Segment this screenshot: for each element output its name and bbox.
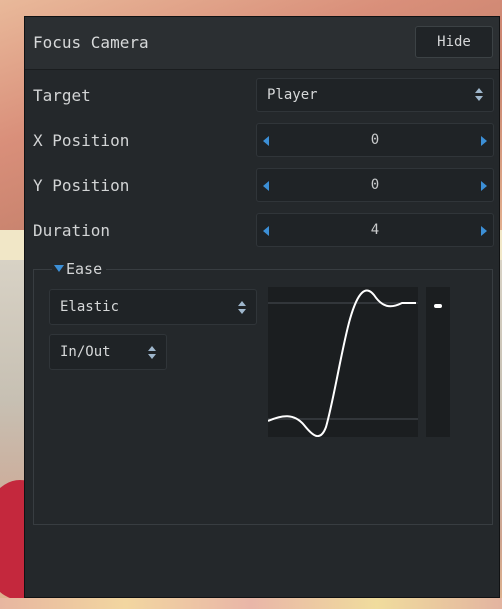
increment-right-arrow-icon[interactable] bbox=[481, 226, 487, 236]
y-position-value[interactable]: 0 bbox=[277, 177, 473, 193]
y-position-label: Y Position bbox=[33, 176, 130, 195]
focus-camera-panel: Focus Camera Hide Target Player X Positi… bbox=[24, 16, 500, 598]
ease-mode-value: In/Out bbox=[60, 344, 111, 360]
target-value: Player bbox=[267, 87, 318, 103]
ease-curve-line bbox=[268, 289, 416, 437]
ease-mode-select[interactable]: In/Out bbox=[49, 334, 167, 370]
ease-label: Ease bbox=[66, 260, 103, 278]
panel-header: Focus Camera Hide bbox=[25, 17, 499, 70]
ease-section: Ease Elastic In/Out bbox=[33, 260, 493, 525]
hide-button[interactable]: Hide bbox=[415, 26, 493, 58]
up-down-icon bbox=[238, 300, 248, 316]
duration-spinner[interactable]: 4 bbox=[256, 213, 494, 247]
increment-right-arrow-icon[interactable] bbox=[481, 136, 487, 146]
duration-label: Duration bbox=[33, 221, 111, 240]
ease-type-select[interactable]: Elastic bbox=[49, 289, 257, 325]
background-art-bottom bbox=[0, 598, 502, 609]
ease-progress-track bbox=[426, 287, 450, 437]
duration-value[interactable]: 4 bbox=[277, 222, 473, 238]
decrement-left-arrow-icon[interactable] bbox=[263, 136, 269, 146]
collapse-triangle-icon bbox=[54, 265, 64, 272]
up-down-icon bbox=[475, 87, 485, 103]
ease-toggle[interactable]: Ease bbox=[52, 260, 107, 278]
y-position-spinner[interactable]: 0 bbox=[256, 168, 494, 202]
up-down-icon bbox=[148, 345, 158, 361]
ease-progress-marker bbox=[434, 304, 442, 308]
ease-curve-preview bbox=[268, 287, 418, 437]
panel-title: Focus Camera bbox=[33, 33, 149, 52]
ease-type-value: Elastic bbox=[60, 299, 120, 315]
target-select[interactable]: Player bbox=[256, 78, 494, 112]
decrement-left-arrow-icon[interactable] bbox=[263, 226, 269, 236]
x-position-value[interactable]: 0 bbox=[277, 132, 473, 148]
x-position-spinner[interactable]: 0 bbox=[256, 123, 494, 157]
decrement-left-arrow-icon[interactable] bbox=[263, 181, 269, 191]
x-position-label: X Position bbox=[33, 131, 130, 150]
increment-right-arrow-icon[interactable] bbox=[481, 181, 487, 191]
ease-curve-graph bbox=[268, 289, 418, 437]
target-label: Target bbox=[33, 86, 91, 105]
